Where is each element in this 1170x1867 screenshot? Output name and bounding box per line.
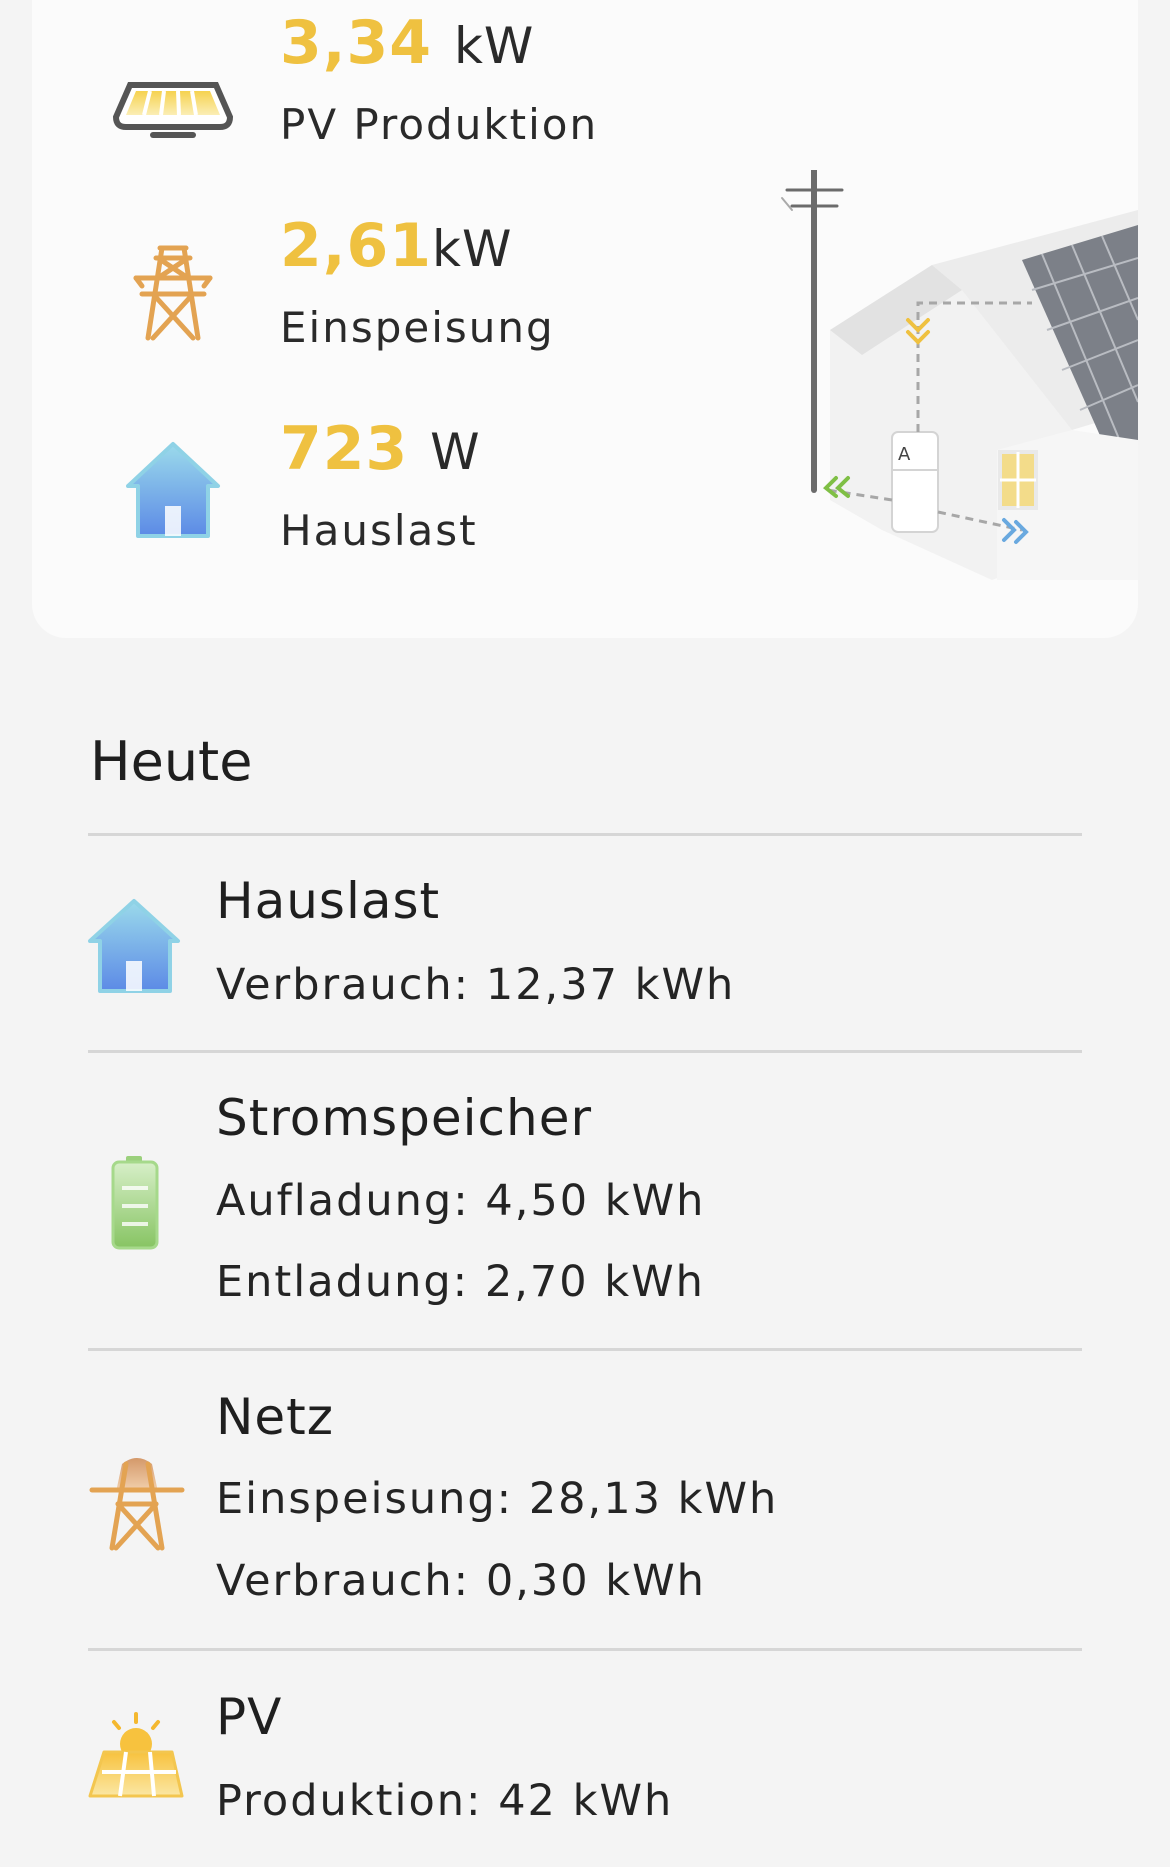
storage-discharge: Entladung: 2,70 kWh: [216, 1257, 705, 1307]
pv-production-metric: 3,34 kW PV Produktion: [32, 0, 732, 190]
house-icon: [108, 436, 238, 546]
pv-title: PV: [216, 1688, 283, 1746]
house-icon: [86, 895, 188, 997]
live-power-card: 3,34 kW PV Produktion 2,61kW Einspeisung…: [32, 0, 1139, 638]
house-load-label: Hauslast: [280, 506, 478, 555]
hauslast-title: Hauslast: [216, 872, 441, 930]
hauslast-consumption: Verbrauch: 12,37 kWh: [216, 960, 736, 1010]
pv-production-label: PV Produktion: [280, 100, 599, 149]
house-scene-illustration: A: [732, 167, 1139, 610]
storage-charge: Aufladung: 4,50 kWh: [216, 1176, 706, 1226]
grid-feed-in-metric: 2,61kW Einspeisung: [32, 203, 732, 393]
house-power-unit: W: [430, 423, 481, 481]
power-tower-icon: [86, 1452, 188, 1554]
divider: [88, 1348, 1082, 1351]
divider: [88, 833, 1082, 836]
house-power-value: 723 W: [280, 414, 481, 484]
storage-title: Stromspeicher: [216, 1089, 593, 1147]
sun-panel-icon: [86, 1710, 188, 1812]
house-load-metric: 723 W Hauslast: [32, 406, 732, 596]
grid-feed-in-label: Einspeisung: [280, 303, 555, 352]
svg-text:A: A: [898, 444, 911, 465]
grid-feed-in: Einspeisung: 28,13 kWh: [216, 1474, 779, 1524]
pv-power-unit: kW: [453, 17, 535, 75]
divider: [88, 1648, 1082, 1651]
grid-title: Netz: [216, 1388, 335, 1446]
grid-power-unit: kW: [432, 220, 513, 278]
grid-power-value: 2,61kW: [280, 211, 513, 281]
grid-consumption: Verbrauch: 0,30 kWh: [216, 1556, 706, 1606]
today-section-title: Heute: [90, 730, 253, 793]
solar-panel-icon: [108, 45, 238, 155]
power-tower-icon: [108, 238, 238, 348]
divider: [88, 1050, 1082, 1053]
battery-icon: [86, 1152, 188, 1254]
pv-production: Produktion: 42 kWh: [216, 1776, 674, 1826]
pv-power-value: 3,34 kW: [280, 8, 535, 78]
